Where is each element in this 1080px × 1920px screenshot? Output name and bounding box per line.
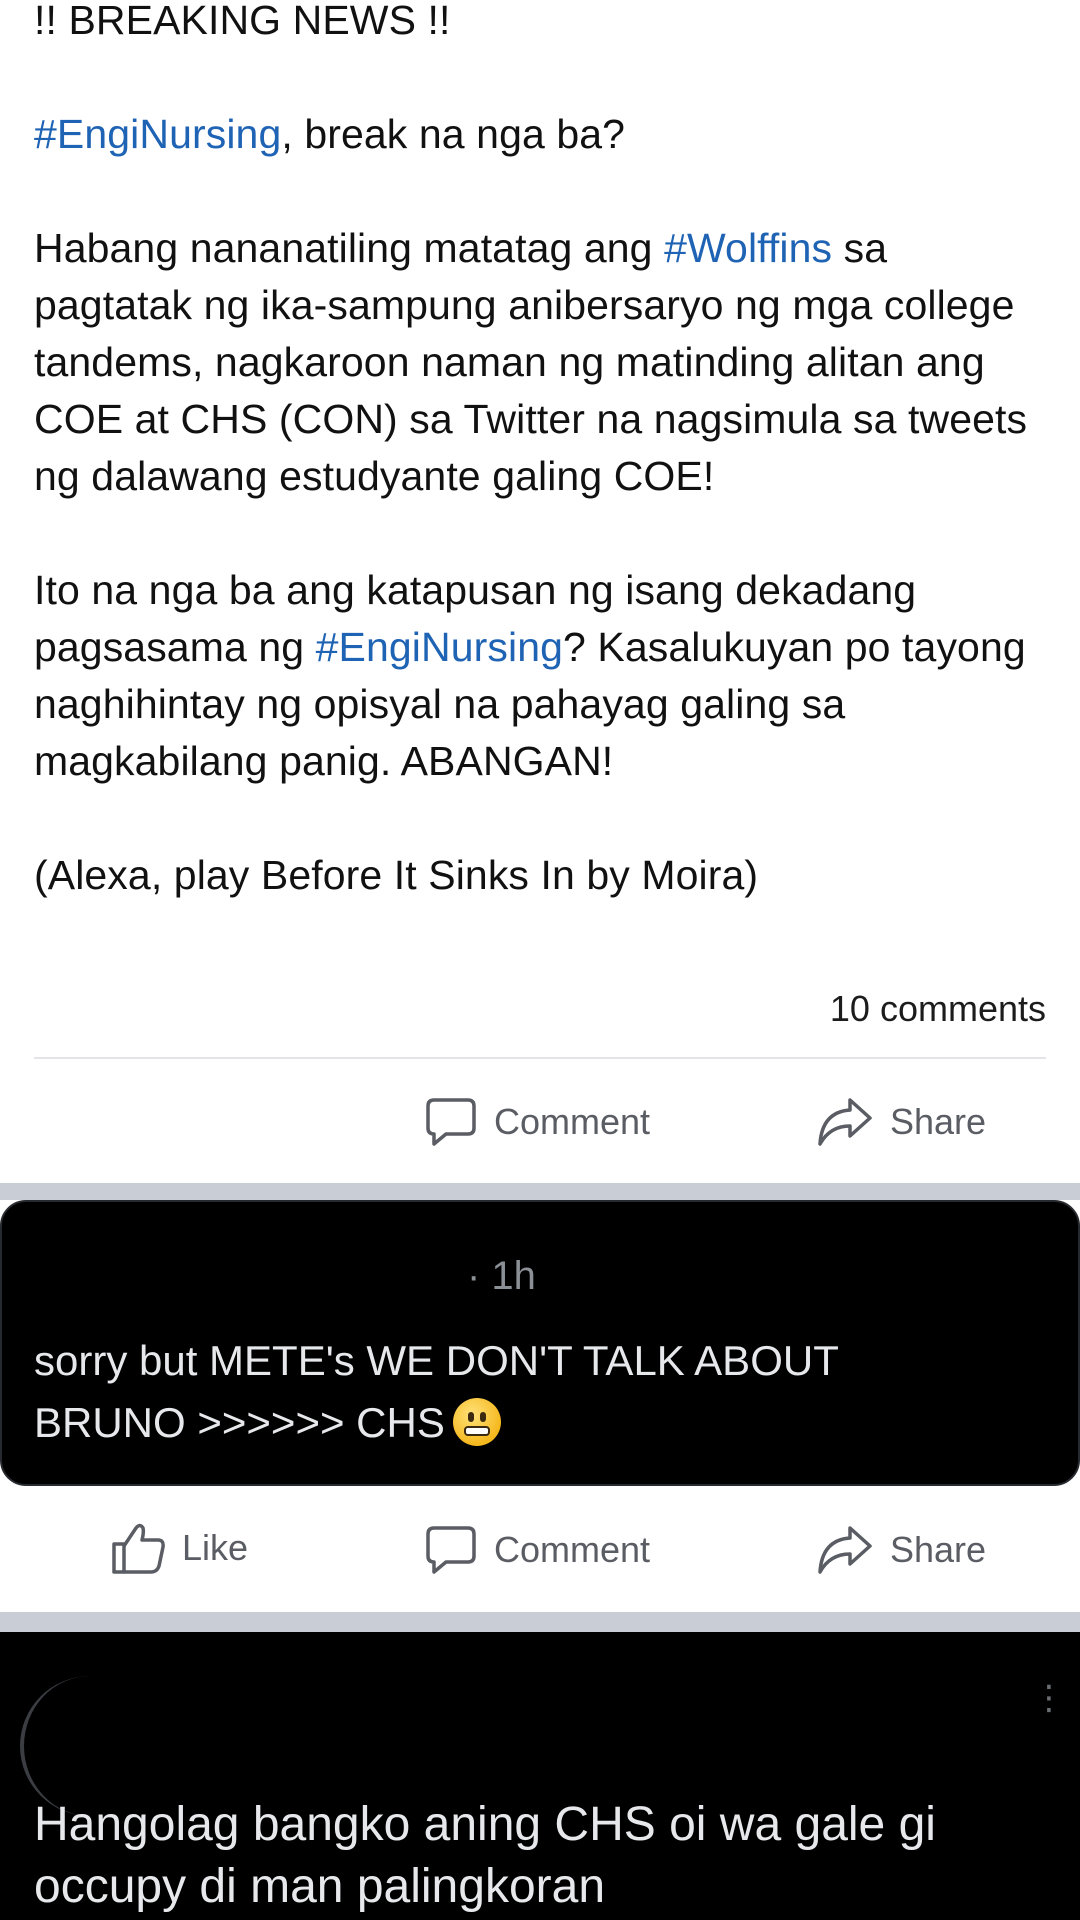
tweet-text: BRUNO >>>>>> CHS bbox=[34, 1399, 445, 1446]
share-arrow-icon bbox=[816, 1096, 874, 1148]
thumbs-up-icon bbox=[110, 1520, 166, 1576]
tweet-body: sorry but METE's WE DON'T TALK ABOUT BRU… bbox=[34, 1330, 1054, 1454]
more-vertical-icon[interactable]: ⋮ bbox=[1032, 1681, 1066, 1715]
share-button[interactable]: Share bbox=[816, 1524, 986, 1576]
post-body: !! BREAKING NEWS !! #EngiNursing, break … bbox=[34, 0, 1054, 904]
tweet-timestamp: · 1h bbox=[467, 1254, 536, 1298]
tweet-text-line: occupy di man palingkoran bbox=[34, 1860, 606, 1913]
share-label: Share bbox=[890, 1101, 987, 1142]
like-button[interactable]: Like bbox=[110, 1520, 248, 1576]
share-label: Share bbox=[890, 1529, 987, 1570]
post-closing-line: (Alexa, play Before It Sinks In by Moira… bbox=[34, 852, 759, 898]
like-label: Like bbox=[182, 1527, 249, 1568]
comment-bubble-icon bbox=[424, 1524, 478, 1576]
tweet-text-line-2: BRUNO >>>>>> CHS bbox=[34, 1392, 1054, 1454]
share-button[interactable]: Share bbox=[816, 1096, 986, 1148]
paragraph-text: Habang nananatiling matatag ang bbox=[34, 225, 665, 271]
tweet-text-line: sorry but METE's WE DON'T TALK ABOUT bbox=[34, 1337, 839, 1384]
comment-button[interactable]: Comment bbox=[424, 1524, 650, 1576]
post-question-text: , break na nga ba? bbox=[281, 111, 626, 157]
hashtag-link[interactable]: #EngiNursing bbox=[34, 111, 281, 157]
post-paragraph-question: Ito na nga ba ang katapusan ng isang dek… bbox=[34, 562, 1054, 790]
comment-label: Comment bbox=[494, 1529, 651, 1570]
tweet-body: Hangolag bangko aning CHS oi wa gale gi … bbox=[34, 1794, 1064, 1918]
hashtag-link[interactable]: #EngiNursing bbox=[316, 624, 563, 670]
comments-count-link[interactable]: 10 comments bbox=[830, 988, 1046, 1030]
share-arrow-icon bbox=[816, 1524, 874, 1576]
comment-button[interactable]: Comment bbox=[424, 1096, 650, 1148]
comment-label: Comment bbox=[494, 1101, 651, 1142]
tweet-screenshot-2: ⋮ Hangolag bangko aning CHS oi wa gale g… bbox=[0, 1632, 1080, 1920]
facebook-post-page: !! BREAKING NEWS !! #EngiNursing, break … bbox=[0, 0, 1080, 1920]
post-paragraph-context: Habang nananatiling matatag ang #Wolffin… bbox=[34, 220, 1054, 505]
section-separator bbox=[0, 1183, 1080, 1200]
tweet-text-line: Hangolag bangko aning CHS oi wa gale gi bbox=[34, 1798, 936, 1851]
comment-bubble-icon bbox=[424, 1096, 478, 1148]
post-question: #EngiNursing, break na nga ba? bbox=[34, 106, 1054, 163]
reactions-divider bbox=[34, 1057, 1046, 1059]
tweet-screenshot-1: · 1h sorry but METE's WE DON'T TALK ABOU… bbox=[0, 1200, 1080, 1486]
hashtag-link[interactable]: #Wolffins bbox=[664, 225, 832, 271]
section-separator bbox=[0, 1612, 1080, 1632]
post-headline: !! BREAKING NEWS !! bbox=[34, 0, 451, 43]
grimacing-face-emoji-icon bbox=[452, 1398, 501, 1446]
